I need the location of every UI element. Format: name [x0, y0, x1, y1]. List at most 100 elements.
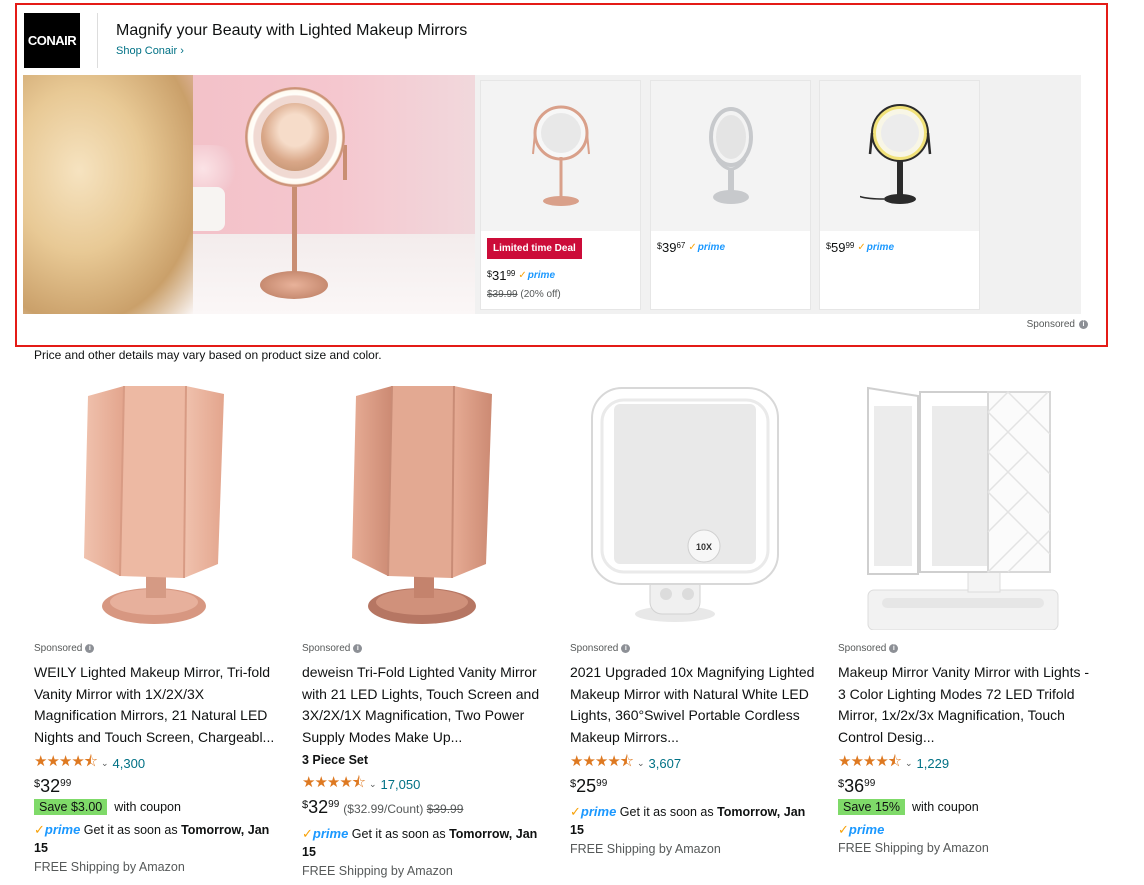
coupon-row[interactable]: Save 15% with coupon — [838, 799, 979, 815]
sponsored-brand-banner[interactable]: CONAIR Magnify your Beauty with Lighted … — [15, 3, 1108, 347]
star-rating-icon: ★★★★⯪ — [570, 753, 634, 770]
free-shipping-text: FREE Shipping by Amazon — [570, 842, 721, 856]
price-whole: 25 — [576, 776, 597, 796]
free-shipping-text: FREE Shipping by Amazon — [838, 841, 989, 855]
prime-check-icon: ✓ — [34, 822, 45, 837]
search-result-card[interactable]: Sponsored i Makeup Mirror Vanity Mirror w… — [838, 378, 1092, 885]
banner-product-image[interactable] — [651, 81, 810, 231]
product-image[interactable] — [34, 378, 288, 630]
white-square-mirror-icon: 10X — [591, 387, 779, 622]
coupon-badge[interactable]: Save $3.00 — [34, 799, 108, 815]
banner-product-price[interactable]: $ 39 67 ✓prime — [657, 240, 725, 255]
hero-mirror-stem — [292, 185, 297, 275]
banner-product-image[interactable] — [820, 81, 979, 231]
price-disclaimer: Price and other details may vary based o… — [34, 348, 382, 362]
product-price[interactable]: $25 99 — [570, 776, 607, 797]
chevron-down-icon[interactable]: ⌄ — [637, 758, 645, 769]
free-shipping-text: FREE Shipping by Amazon — [34, 860, 185, 874]
product-title-link[interactable]: 2021 Upgraded 10x Magnifying Lighted Mak… — [570, 662, 822, 748]
star-rating-icon: ★★★★⯪ — [302, 774, 366, 791]
sponsored-text: Sponsored — [570, 643, 619, 654]
prime-check-icon: ✓ — [302, 826, 313, 841]
free-shipping-text: FREE Shipping by Amazon — [302, 864, 453, 878]
product-image[interactable] — [838, 378, 1092, 631]
search-result-card[interactable]: Sponsored i deweisn Tri-Fold Lighted Vani… — [302, 378, 556, 885]
magnification-label: 10X — [696, 542, 712, 552]
coupon-text: with coupon — [911, 800, 979, 814]
rose-gold-mirror-icon — [532, 105, 590, 206]
chevron-down-icon[interactable]: ⌄ — [369, 779, 377, 790]
sponsored-label[interactable]: Sponsored i — [838, 643, 899, 654]
product-rating[interactable]: ★★★★⯪ ⌄ 17,050 — [302, 772, 420, 797]
prime-check-icon: ✓ — [518, 270, 527, 281]
product-rating[interactable]: ★★★★⯪ ⌄ 4,300 — [34, 751, 145, 776]
sponsored-label[interactable]: Sponsored i — [34, 643, 95, 654]
rose-trifold-mirror-icon — [84, 385, 224, 624]
product-image[interactable] — [302, 378, 556, 630]
sponsored-label[interactable]: Sponsored i — [302, 643, 363, 654]
chrome-oval-mirror-icon — [709, 107, 753, 204]
product-price[interactable]: $32 99 ($32.99/Count) $39.99 — [302, 797, 463, 818]
brand-logo-text: CONAIR — [27, 33, 77, 48]
prime-badge: ✓prime — [34, 822, 80, 837]
prime-badge: ✓prime — [838, 822, 884, 837]
rating-count[interactable]: 3,607 — [649, 756, 682, 771]
info-icon: i — [889, 644, 899, 653]
prime-label: prime — [866, 242, 895, 253]
shop-conair-link[interactable]: Shop Conair › — [116, 45, 184, 57]
banner-product-image[interactable] — [481, 81, 640, 231]
delivery-prefix: Get it as soon as — [83, 823, 178, 837]
unit-price: ($32.99/Count) — [343, 802, 424, 816]
list-price: $39.99 — [426, 802, 464, 816]
product-rating[interactable]: ★★★★⯪ ⌄ 1,229 — [838, 751, 949, 776]
sponsored-text: Sponsored — [838, 643, 887, 654]
product-price[interactable]: $32 99 — [34, 776, 71, 797]
banner-product-price[interactable]: $ 31 99 ✓prime — [487, 268, 555, 283]
banner-headline[interactable]: Magnify your Beauty with Lighted Makeup … — [116, 22, 467, 40]
delivery-prefix: Get it as soon as — [619, 805, 714, 819]
coupon-row[interactable]: Save $3.00 with coupon — [34, 799, 181, 815]
coupon-text: with coupon — [114, 800, 181, 814]
hero-mirror-reflection — [261, 103, 329, 171]
chevron-down-icon[interactable]: ⌄ — [905, 758, 913, 769]
product-price[interactable]: $36 99 — [838, 776, 875, 797]
delivery-info: ✓prime Get it as soon as Tomorrow, Jan 1… — [34, 821, 284, 857]
variant-label: 3 Piece Set — [302, 753, 369, 767]
star-rating-icon: ★★★★⯪ — [838, 753, 902, 770]
price-fraction: 99 — [506, 269, 516, 278]
product-title-link[interactable]: deweisn Tri-Fold Lighted Vanity Mirror w… — [302, 662, 554, 748]
prime-label: prime — [527, 270, 556, 281]
prime-badge: ✓prime — [688, 242, 725, 253]
sponsored-label[interactable]: Sponsored i — [570, 643, 631, 654]
banner-product-card[interactable]: $ 39 67 ✓prime — [650, 80, 811, 310]
search-result-card[interactable]: Sponsored i WEILY Lighted Makeup Mirror, … — [34, 378, 288, 885]
coupon-badge[interactable]: Save 15% — [838, 799, 905, 815]
prime-label: prime — [697, 242, 726, 253]
rating-count[interactable]: 17,050 — [381, 777, 421, 792]
product-image[interactable]: 10X — [570, 378, 824, 630]
banner-product-card[interactable]: Limited time Deal $ 31 99 ✓prime $39.99 … — [480, 80, 641, 310]
banner-product-price[interactable]: $ 59 99 ✓prime — [826, 240, 894, 255]
delivery-info: ✓prime Get it as soon as Tomorrow, Jan 1… — [302, 825, 552, 861]
product-rating[interactable]: ★★★★⯪ ⌄ 3,607 — [570, 751, 681, 776]
price-whole: 31 — [492, 268, 507, 283]
prime-check-icon: ✓ — [838, 822, 849, 837]
prime-label: prime — [312, 826, 349, 841]
rating-count[interactable]: 4,300 — [113, 756, 146, 771]
chevron-down-icon[interactable]: ⌄ — [101, 758, 109, 769]
banner-hero-image[interactable] — [23, 75, 475, 314]
prime-badge: ✓prime — [857, 242, 894, 253]
prime-check-icon: ✓ — [857, 242, 866, 253]
conair-logo[interactable]: CONAIR — [24, 13, 80, 68]
search-result-card[interactable]: 10X Sponsored i 2021 Upgraded 10x Magnify… — [570, 378, 824, 885]
info-icon: i — [85, 644, 95, 653]
delivery-info: ✓prime — [838, 821, 1088, 839]
price-whole: 39 — [662, 240, 677, 255]
banner-sponsored-label[interactable]: Sponsored i — [1027, 319, 1088, 330]
unit-price-row: ($32.99/Count) $39.99 — [343, 802, 463, 816]
product-title-link[interactable]: Makeup Mirror Vanity Mirror with Lights … — [838, 662, 1090, 748]
product-title-link[interactable]: WEILY Lighted Makeup Mirror, Tri-fold Va… — [34, 662, 286, 748]
rating-count[interactable]: 1,229 — [917, 756, 950, 771]
delivery-info: ✓prime Get it as soon as Tomorrow, Jan 1… — [570, 803, 820, 839]
banner-product-card[interactable]: $ 59 99 ✓prime — [819, 80, 980, 310]
